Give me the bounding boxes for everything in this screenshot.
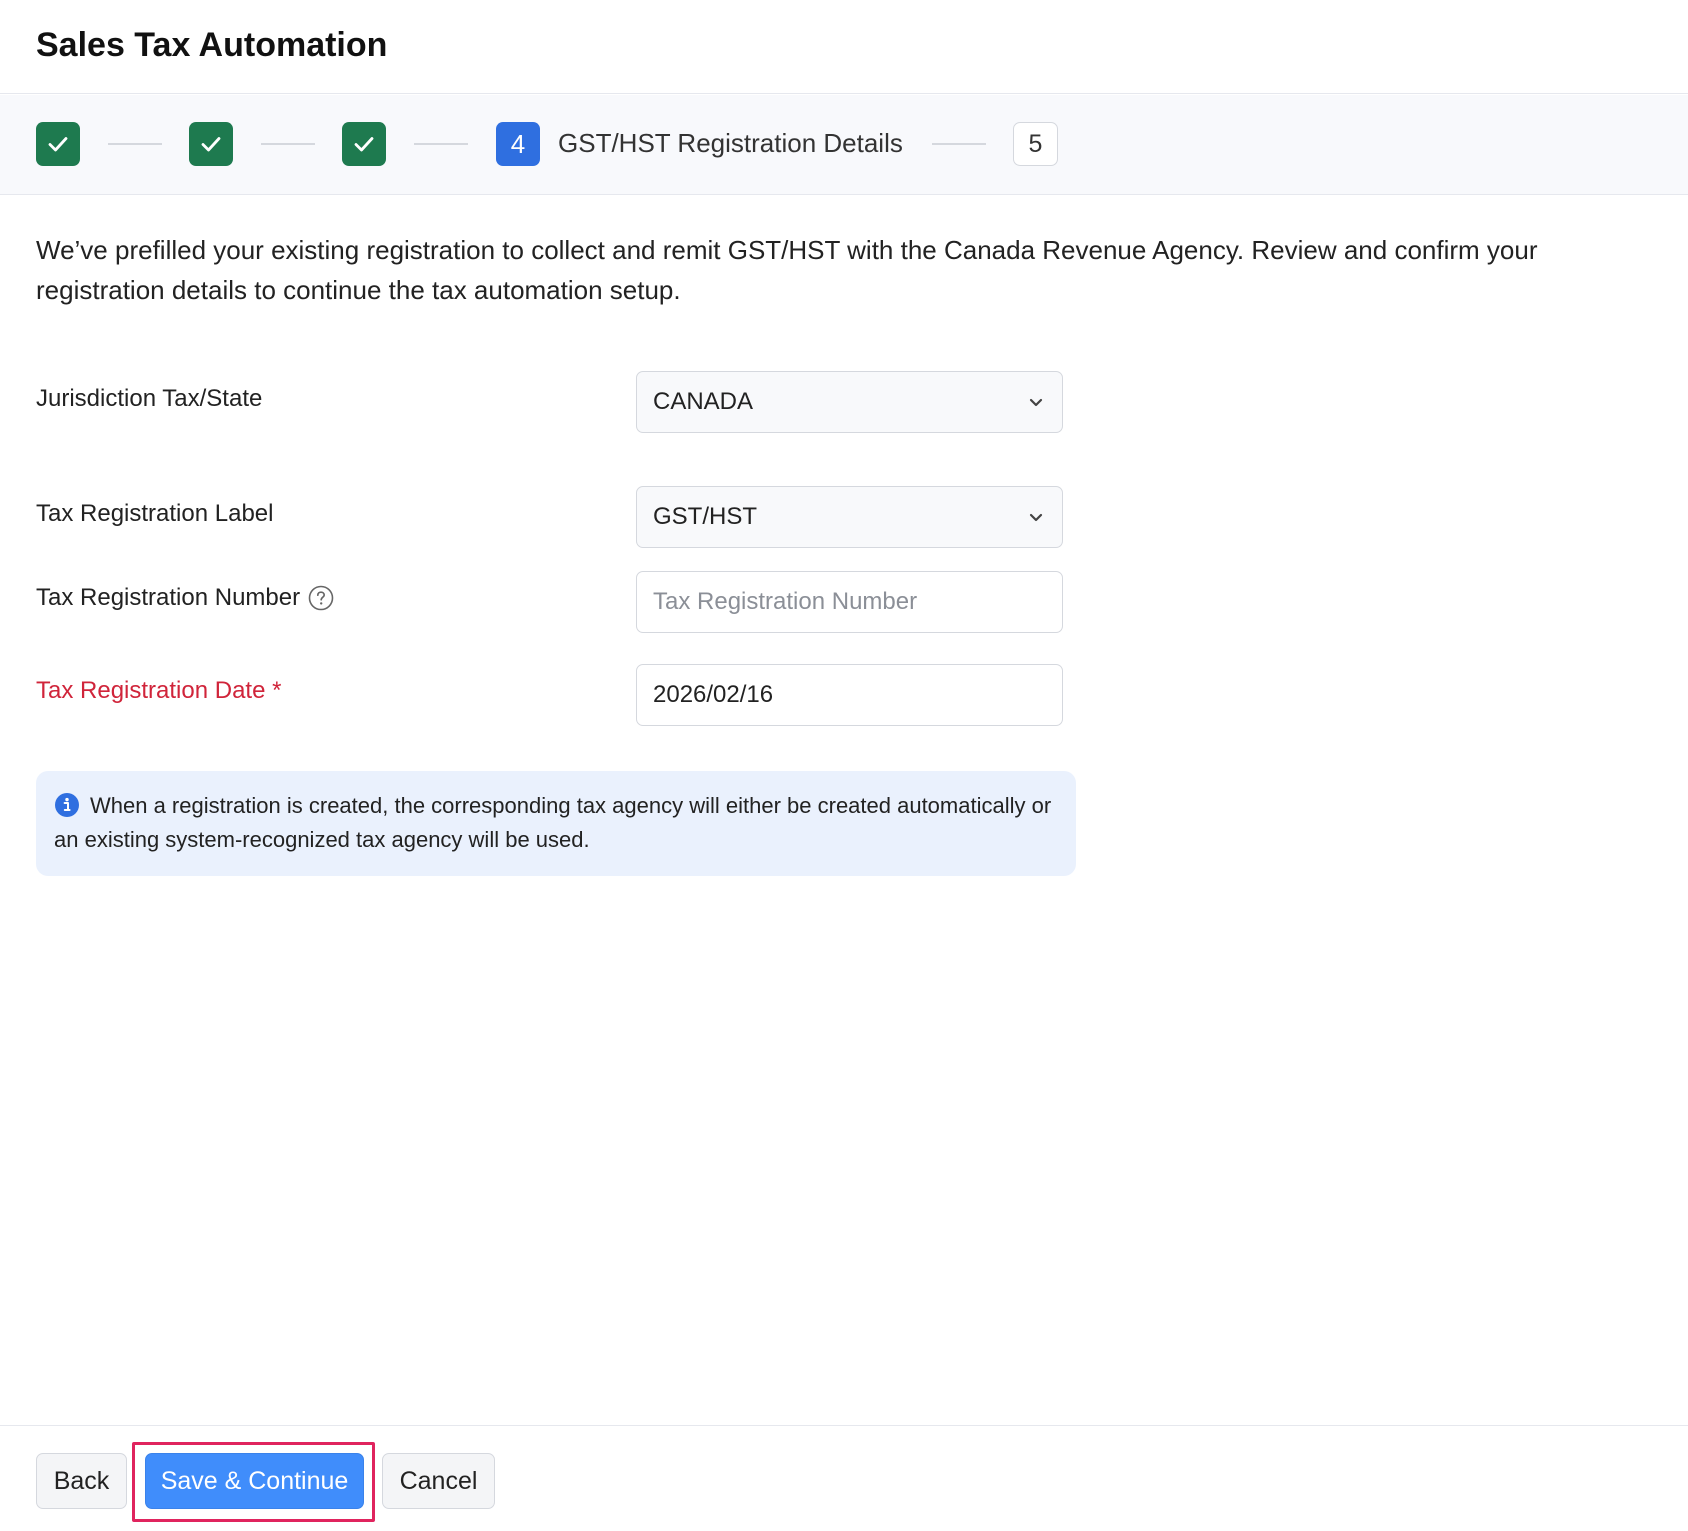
reg-label-label-text: Tax Registration Label [36, 500, 274, 527]
check-icon [48, 137, 68, 152]
jurisdiction-label-text: Jurisdiction Tax/State [36, 385, 263, 412]
footer-actions: Back Save & Continue Cancel [0, 1425, 1688, 1531]
jurisdiction-label: Jurisdiction Tax/State [36, 385, 262, 413]
step-connector [414, 143, 468, 145]
reg-number-label-text: Tax Registration Number [36, 584, 301, 611]
check-icon [201, 137, 221, 152]
page: Sales Tax Automation 4 GST/HST Registrat… [0, 0, 1688, 1531]
step-5-upcoming: 5 [1013, 122, 1058, 166]
info-text: When a registration is created, the corr… [54, 793, 1052, 852]
reg-date-value: 2026/02/16 [653, 681, 774, 708]
jurisdiction-select[interactable]: CANADA [636, 371, 1063, 433]
back-button[interactable]: Back [36, 1453, 127, 1509]
save-continue-button[interactable]: Save & Continue [145, 1453, 364, 1509]
step-4-active: 4 [496, 122, 540, 166]
page-header: Sales Tax Automation [0, 0, 1688, 94]
step-1-completed[interactable] [36, 122, 80, 166]
chevron-down-icon [1026, 507, 1046, 527]
intro-text: We’ve prefilled your existing registrati… [36, 235, 1538, 305]
step-3-completed[interactable] [342, 122, 386, 166]
reg-date-label-text: Tax Registration Date * [36, 677, 282, 704]
stepper: 4 GST/HST Registration Details 5 [0, 95, 1688, 195]
reg-label-value: GST/HST [653, 503, 758, 530]
reg-date-label: Tax Registration Date * [36, 677, 281, 705]
active-step-label: GST/HST Registration Details [558, 128, 903, 158]
step-connector [932, 143, 986, 145]
cancel-button[interactable]: Cancel [382, 1453, 495, 1509]
page-title: Sales Tax Automation [36, 26, 388, 64]
step-2-completed[interactable] [189, 122, 233, 166]
reg-label-select[interactable]: GST/HST [636, 486, 1063, 548]
info-icon [54, 792, 80, 818]
reg-number-input[interactable] [636, 571, 1063, 633]
step-connector [108, 143, 162, 145]
reg-date-input[interactable]: 2026/02/16 [636, 664, 1063, 726]
jurisdiction-value: CANADA [653, 388, 754, 415]
check-icon [354, 137, 374, 152]
reg-label-label: Tax Registration Label [36, 500, 273, 528]
chevron-down-icon [1026, 392, 1046, 412]
info-notice: When a registration is created, the corr… [36, 771, 1076, 876]
step-connector [261, 143, 315, 145]
help-icon[interactable] [308, 585, 334, 611]
reg-number-label: Tax Registration Number [36, 584, 334, 612]
